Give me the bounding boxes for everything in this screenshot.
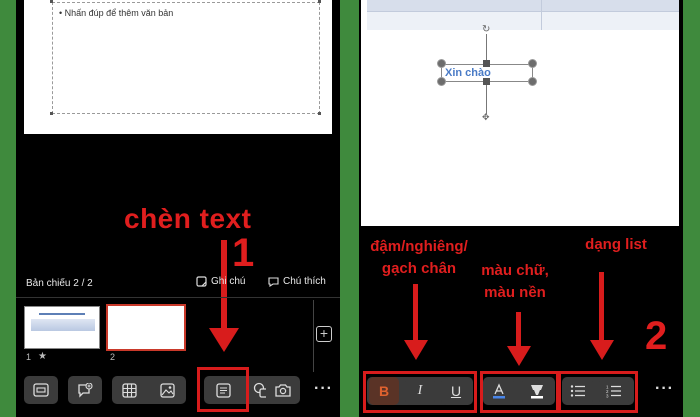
annotation-list-label: dạng list: [585, 236, 647, 253]
slide-thumbnail-2[interactable]: [106, 304, 186, 351]
comment-icon: [268, 277, 279, 287]
color-label-line1: màu chữ,: [481, 262, 549, 279]
color-label-line2: màu nền: [484, 284, 546, 301]
text-placeholder[interactable]: • Nhấn đúp để thêm văn bản: [52, 2, 320, 114]
more-options-button[interactable]: ···: [314, 380, 333, 398]
annotation-highlight-box: [480, 371, 559, 413]
slide-counter: Bản chiếu 2 / 2: [26, 278, 93, 289]
resize-handle[interactable]: [483, 78, 490, 85]
annotation-color-label: màu chữ, màu nền: [469, 260, 561, 304]
comments-button[interactable]: Chú thích: [268, 276, 326, 287]
layout-button[interactable]: [24, 376, 58, 404]
layout-icon: [33, 383, 49, 397]
table-button[interactable]: [112, 376, 146, 404]
comments-label: Chú thích: [283, 276, 326, 287]
resize-handle[interactable]: [318, 112, 321, 115]
annotation-arrow: [599, 272, 604, 342]
slide-thumbnail-1[interactable]: [24, 306, 100, 349]
table-icon: [121, 382, 137, 398]
resize-handle[interactable]: [318, 0, 321, 3]
more-options-button[interactable]: ···: [655, 380, 674, 398]
left-phone-screen: • Nhấn đúp để thêm văn bản chèn text 1 B…: [16, 0, 340, 417]
slide-canvas[interactable]: ↻ ✥ Xin chào: [361, 0, 679, 226]
annotation-arrow: [516, 312, 521, 348]
resize-handle[interactable]: [483, 60, 490, 67]
resize-handle[interactable]: [437, 77, 446, 86]
notes-label: Ghi chú: [211, 276, 246, 287]
move-icon[interactable]: ✥: [482, 112, 490, 123]
slide-status-bar: Bản chiếu 2 / 2 Ghi chú Chú thích: [16, 270, 340, 298]
annotation-step-number: 2: [645, 314, 668, 358]
star-icon: ★: [38, 351, 47, 362]
thumb-number: 2: [110, 352, 116, 362]
table-row: [367, 12, 679, 30]
annotation-arrowhead: [507, 346, 531, 366]
image-icon: [159, 382, 175, 398]
notes-button[interactable]: Ghi chú: [196, 276, 245, 287]
resize-handle[interactable]: [528, 59, 537, 68]
thumb-number: 1: [26, 352, 32, 362]
camera-button[interactable]: [266, 376, 300, 404]
annotation-highlight-box: [558, 371, 638, 413]
table-header-row: [367, 0, 679, 12]
annotation-highlight-box: [363, 371, 477, 413]
annotation-arrowhead: [209, 328, 239, 352]
placeholder-text: • Nhấn đúp để thêm văn bản: [59, 8, 174, 18]
format-label-line2: gạch chân: [381, 260, 457, 277]
annotation-arrowhead: [590, 340, 614, 360]
format-label-line1: đậm/nghiêng/: [370, 238, 468, 255]
annotation-highlight-box: [197, 367, 249, 412]
annotation-arrowhead: [404, 340, 428, 360]
add-comment-icon: [78, 382, 93, 398]
resize-handle[interactable]: [528, 77, 537, 86]
resize-handle[interactable]: [50, 0, 53, 3]
image-button[interactable]: [150, 376, 184, 404]
add-slide-button[interactable]: +: [316, 326, 332, 342]
slide-canvas[interactable]: • Nhấn đúp để thêm văn bản: [24, 0, 332, 134]
divider: [313, 300, 314, 372]
table-column-divider: [541, 0, 542, 30]
right-phone-screen: ↻ ✥ Xin chào đậm/nghiêng/ gạch chân màu …: [359, 0, 683, 417]
resize-handle[interactable]: [50, 112, 53, 115]
annotation-arrow: [413, 284, 418, 342]
annotation-format-label: đậm/nghiêng/ gạch chân: [364, 236, 474, 280]
thumb-title-bar: [39, 313, 85, 315]
add-comment-button[interactable]: [68, 376, 102, 404]
thumb-body: [31, 319, 95, 331]
resize-handle[interactable]: [437, 59, 446, 68]
rotate-icon[interactable]: ↻: [482, 24, 490, 35]
camera-icon: [275, 384, 291, 397]
note-icon: [196, 276, 207, 287]
move-line: [486, 82, 487, 114]
